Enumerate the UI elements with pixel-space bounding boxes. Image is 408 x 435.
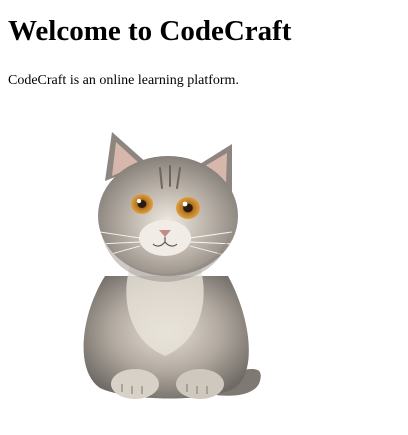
page-content: Welcome to CodeCraft CodeCraft is an onl… — [8, 0, 400, 90]
page-title: Welcome to CodeCraft — [8, 15, 292, 47]
cat-image — [60, 126, 282, 406]
page-description: CodeCraft is an online learning platform… — [8, 73, 239, 88]
cat-illustration — [83, 132, 261, 399]
